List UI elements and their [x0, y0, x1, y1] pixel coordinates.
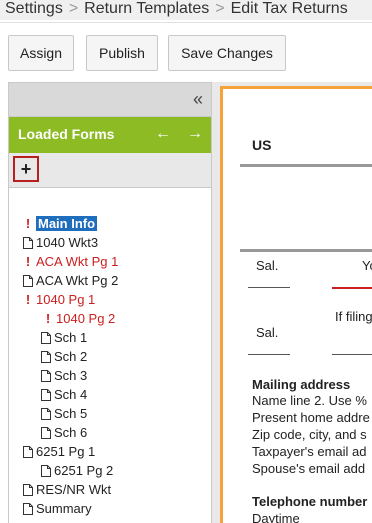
tree-item-1040-pg2[interactable]: ! 1040 Pg 2: [43, 309, 115, 328]
mailing-line: Spouse's email add: [252, 461, 366, 476]
document-icon: [41, 427, 51, 439]
tree-item-label: 1040 Wkt3: [36, 235, 99, 250]
salutation-label-2: Sal.: [256, 325, 279, 340]
tree-item-sch-4[interactable]: Sch 4: [41, 385, 87, 404]
document-icon: [41, 370, 51, 382]
assign-button[interactable]: Assign: [8, 35, 74, 71]
add-form-button[interactable]: +: [13, 156, 39, 182]
document-icon: [23, 446, 33, 458]
sidebar-collapse-bar: «: [9, 83, 211, 117]
mailing-line: Name line 2. Use %: [252, 393, 367, 408]
tree-item-summary[interactable]: Summary: [23, 499, 92, 518]
tree-item-6251-pg2[interactable]: 6251 Pg 2: [41, 461, 113, 480]
your-name-input[interactable]: [332, 287, 372, 289]
breadcrumb-settings[interactable]: Settings: [0, 0, 63, 17]
document-icon: [41, 351, 51, 363]
loaded-forms-header: Loaded Forms ← →: [9, 117, 211, 153]
forms-sidebar: « Loaded Forms ← → + ! Main Info 1040 Wkt…: [8, 82, 212, 523]
breadcrumb-separator-icon: >: [68, 0, 79, 17]
tree-item-label: ACA Wkt Pg 1: [36, 254, 119, 269]
tree-item-res-nr-wkt[interactable]: RES/NR Wkt: [23, 480, 111, 499]
if-filing-label: If filing: [335, 309, 372, 324]
document-icon: [23, 484, 33, 496]
publish-button[interactable]: Publish: [86, 35, 158, 71]
breadcrumb-return-templates[interactable]: Return Templates: [84, 0, 209, 17]
tree-item-label: Sch 2: [54, 349, 88, 364]
mailing-address-heading: Mailing address: [252, 377, 351, 392]
yo-label: Yo: [362, 258, 372, 273]
spouse-name-input[interactable]: [332, 354, 372, 355]
document-icon: [23, 503, 33, 515]
tree-item-label: Sch 6: [54, 425, 88, 440]
breadcrumb-edit-tax-returns: Edit Tax Returns: [230, 0, 348, 17]
alert-icon: !: [25, 216, 31, 231]
document-icon: [41, 408, 51, 420]
arrow-left-icon[interactable]: ←: [155, 124, 171, 144]
tree-item-sch-2[interactable]: Sch 2: [41, 347, 87, 366]
tree-item-label: ACA Wkt Pg 2: [36, 273, 119, 288]
tree-item-label: RES/NR Wkt: [36, 482, 112, 497]
collapse-left-icon[interactable]: «: [193, 89, 203, 109]
tree-item-1040-pg1[interactable]: ! 1040 Pg 1: [23, 290, 95, 309]
form-preview-pane: US Sal. Yo If filing Sal. Mailing addres…: [212, 82, 372, 523]
document-icon: [41, 389, 51, 401]
breadcrumb-separator-icon: >: [215, 0, 225, 17]
breadcrumb: Settings > Return Templates > Edit Tax Retur…: [0, 0, 372, 20]
tree-item-sch-6[interactable]: Sch 6: [41, 423, 87, 442]
salutation-label-1: Sal.: [256, 258, 279, 273]
tree-item-6251-pg1[interactable]: 6251 Pg 1: [23, 442, 95, 461]
document-icon: [41, 465, 51, 477]
tree-item-label: 1040 Pg 1: [36, 292, 96, 307]
alert-icon: !: [25, 254, 31, 269]
salutation-input-1[interactable]: [248, 287, 290, 288]
daytime-label: Daytime: [252, 511, 300, 523]
tree-item-aca-wkt-pg2[interactable]: ACA Wkt Pg 2: [23, 271, 118, 290]
document-icon: [23, 237, 33, 249]
divider-line: [240, 164, 372, 167]
us-label: US: [252, 137, 272, 153]
tree-item-main-info[interactable]: ! Main Info: [23, 214, 98, 233]
tree-item-label: Sch 5: [54, 406, 88, 421]
tree-item-label: Sch 4: [54, 387, 88, 402]
telephone-heading: Telephone number: [252, 494, 368, 509]
tree-item-label: Sch 3: [54, 368, 88, 383]
toolbar: Assign Publish Save Changes: [0, 22, 372, 81]
salutation-input-2[interactable]: [248, 354, 290, 355]
mailing-line: Taxpayer's email ad: [252, 444, 367, 459]
tree-item-sch-3[interactable]: Sch 3: [41, 366, 87, 385]
tree-item-label: 6251 Pg 2: [54, 463, 114, 478]
tree-item-label: Main Info: [36, 216, 98, 231]
document-icon: [41, 332, 51, 344]
document-icon: [23, 275, 33, 287]
loaded-forms-title: Loaded Forms: [18, 126, 115, 142]
arrow-right-icon[interactable]: →: [187, 124, 203, 144]
tree-item-label: 6251 Pg 1: [36, 444, 96, 459]
tree-item-sch-1[interactable]: Sch 1: [41, 328, 87, 347]
mailing-line: Zip code, city, and s: [252, 427, 367, 442]
tree-item-label: 1040 Pg 2: [56, 311, 116, 326]
tree-item-label: Summary: [36, 501, 92, 516]
tree-item-sch-5[interactable]: Sch 5: [41, 404, 87, 423]
tree-item-1040-wkt3[interactable]: 1040 Wkt3: [23, 233, 98, 252]
tree-item-label: Sch 1: [54, 330, 88, 345]
mailing-line: Present home addre: [252, 410, 370, 425]
tree-item-aca-wkt-pg1[interactable]: ! ACA Wkt Pg 1: [23, 252, 119, 271]
divider-line: [240, 249, 372, 252]
form-page: US Sal. Yo If filing Sal. Mailing addres…: [220, 86, 372, 523]
alert-icon: !: [25, 292, 31, 307]
alert-icon: !: [45, 311, 51, 326]
add-form-row: +: [9, 153, 211, 188]
save-changes-button[interactable]: Save Changes: [168, 35, 286, 71]
